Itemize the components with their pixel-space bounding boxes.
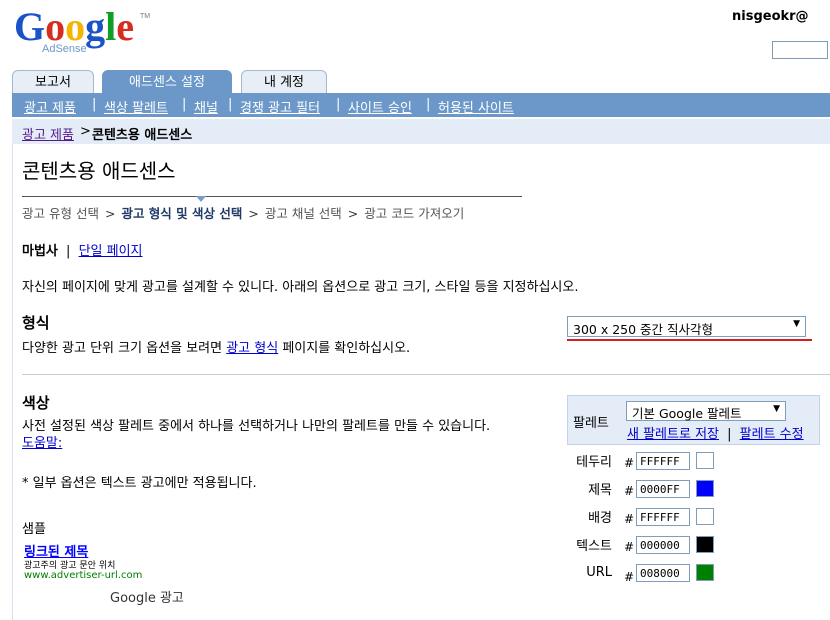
chevron-down-icon: ▼ xyxy=(793,319,800,329)
palette-selected-value: 기본 Google 팔레트 xyxy=(632,406,742,421)
step-select-channel: 광고 채널 선택 xyxy=(264,206,342,221)
colors-heading: 색상 xyxy=(22,394,50,412)
tab-reports[interactable]: 보고서 xyxy=(12,70,94,93)
svg-text:TM: TM xyxy=(140,13,150,20)
sample-ad-url: www.advertiser-url.com xyxy=(24,570,143,581)
search-input[interactable] xyxy=(772,41,828,59)
step-arrow: > xyxy=(347,206,359,221)
url-color-swatch[interactable] xyxy=(696,564,714,581)
format-desc-text: 다양한 광고 단위 크기 옵션을 보려면 xyxy=(22,341,223,356)
url-color-input[interactable]: 008000 xyxy=(636,564,690,582)
subnav-separator: | xyxy=(426,97,431,112)
format-highlight-underline xyxy=(567,339,812,341)
subnav-allowed-sites[interactable]: 허용된 사이트 xyxy=(438,97,514,116)
step-format-colors: 광고 형식 및 색상 선택 xyxy=(121,206,243,221)
format-heading: 형식 xyxy=(22,314,50,332)
colors-desc-text: 사전 설정된 색상 팔레트 중에서 하나를 선택하거나 나만의 팔레트를 만들 … xyxy=(22,419,491,434)
subnav-separator: | xyxy=(228,97,233,112)
hash-symbol: # xyxy=(624,540,635,554)
text-ads-note: * 일부 옵션은 텍스트 광고에만 적용됩니다. xyxy=(22,476,257,491)
border-color-swatch[interactable] xyxy=(696,452,714,469)
breadcrumb-current: 콘텐츠용 애드센스 xyxy=(92,128,193,143)
hash-symbol: # xyxy=(624,570,635,584)
color-label-url: URL xyxy=(586,565,612,580)
background-color-input[interactable]: FFFFFF xyxy=(636,508,690,526)
palette-links: 새 팔레트로 저장 | 팔레트 수정 xyxy=(627,423,804,442)
intro-text: 자신의 페이지에 맞게 광고를 설계할 수 있니다. 아래의 옵션으로 광고 크… xyxy=(22,280,579,295)
save-as-new-palette-link[interactable]: 새 팔레트로 저장 xyxy=(627,427,719,442)
hash-symbol: # xyxy=(624,456,635,470)
tab-adsense-setup[interactable]: 애드센스 설정 xyxy=(102,70,232,94)
breadcrumb-link-ad-products[interactable]: 광고 제품 xyxy=(22,124,74,143)
sample-label: 샘플 xyxy=(22,522,46,537)
color-label-title: 제목 xyxy=(588,483,612,498)
help-link[interactable]: 도움말: xyxy=(22,436,62,451)
tab-my-account[interactable]: 내 계정 xyxy=(241,70,327,93)
wizard-steps: 광고 유형 선택 > 광고 형식 및 색상 선택 > 광고 채널 선택 > 광고 코드 가져… xyxy=(22,203,464,222)
ad-format-select[interactable]: 300 x 250 중간 직사각형 ▼ xyxy=(567,316,806,337)
subnav-bar: 광고 제품 | 색상 팔레트 | 채널 | 경쟁 광고 필터 | 사이트 승인 … xyxy=(12,93,830,117)
google-adsense-logo[interactable]: Google TM AdSense xyxy=(12,4,152,60)
color-label-border: 테두리 xyxy=(576,455,612,470)
title-color-swatch[interactable] xyxy=(696,480,714,497)
step-arrow: > xyxy=(248,206,259,221)
ad-format-selected-value: 300 x 250 중간 직사각형 xyxy=(573,322,714,337)
ads-by-google-label: Google 광고 xyxy=(110,591,184,606)
format-desc-text-after: 페이지를 확인하십시오. xyxy=(282,341,411,356)
palette-link-separator: | xyxy=(727,427,732,442)
content-left-border xyxy=(12,144,13,620)
hash-symbol: # xyxy=(624,512,635,526)
chevron-down-icon: ▼ xyxy=(773,404,780,414)
title-color-input[interactable]: 0000FF xyxy=(636,480,690,498)
subnav-ad-products[interactable]: 광고 제품 xyxy=(24,97,76,116)
palette-label: 팔레트 xyxy=(573,416,609,431)
format-description: 다양한 광고 단위 크기 옵션을 보려면 광고 형식 페이지를 확인하십시오. xyxy=(22,337,410,356)
subnav-separator: | xyxy=(182,97,187,112)
palette-select[interactable]: 기본 Google 팔레트 ▼ xyxy=(626,401,786,421)
subnav-separator: | xyxy=(92,97,97,112)
subnav-channels[interactable]: 채널 xyxy=(194,97,218,116)
text-color-input[interactable]: 000000 xyxy=(636,536,690,554)
edit-palettes-link[interactable]: 팔레트 수정 xyxy=(740,427,804,442)
ad-formats-link[interactable]: 광고 형식 xyxy=(226,341,278,356)
background-color-swatch[interactable] xyxy=(696,508,714,525)
subnav-color-palettes[interactable]: 색상 팔레트 xyxy=(104,97,168,116)
hash-symbol: # xyxy=(624,484,635,498)
wizard-mode-toggle: 마법사 | 단일 페이지 xyxy=(22,240,143,259)
title-divider xyxy=(22,196,522,197)
section-divider xyxy=(22,374,830,375)
color-label-background: 배경 xyxy=(588,511,612,526)
subnav-site-authentication[interactable]: 사이트 승인 xyxy=(348,97,412,116)
wizard-mode-label: 마법사 xyxy=(22,244,58,259)
colors-description: 사전 설정된 색상 팔레트 중에서 하나를 선택하거나 나만의 팔레트를 만들 … xyxy=(22,418,537,452)
breadcrumb: 광고 제품 > 콘텐츠용 애드센스 xyxy=(12,119,830,144)
color-label-text: 텍스트 xyxy=(576,539,612,554)
page-title: 콘텐츠용 애드센스 xyxy=(22,159,176,183)
user-account-name: nisgeokr@ xyxy=(732,9,809,24)
border-color-input[interactable]: FFFFFF xyxy=(636,452,690,470)
step-select-ad-type: 광고 유형 선택 xyxy=(22,206,99,221)
step-arrow: > xyxy=(104,206,116,221)
current-step-marker xyxy=(196,196,206,202)
step-get-code: 광고 코드 가져오기 xyxy=(364,206,465,221)
single-page-link[interactable]: 단일 페이지 xyxy=(79,244,143,259)
subnav-separator: | xyxy=(336,97,341,112)
wizard-mode-separator: | xyxy=(66,244,71,259)
text-color-swatch[interactable] xyxy=(696,536,714,553)
svg-text:AdSense: AdSense xyxy=(42,43,87,55)
subnav-competitive-ad-filter[interactable]: 경쟁 광고 필터 xyxy=(240,97,320,116)
breadcrumb-separator: > xyxy=(80,124,91,139)
